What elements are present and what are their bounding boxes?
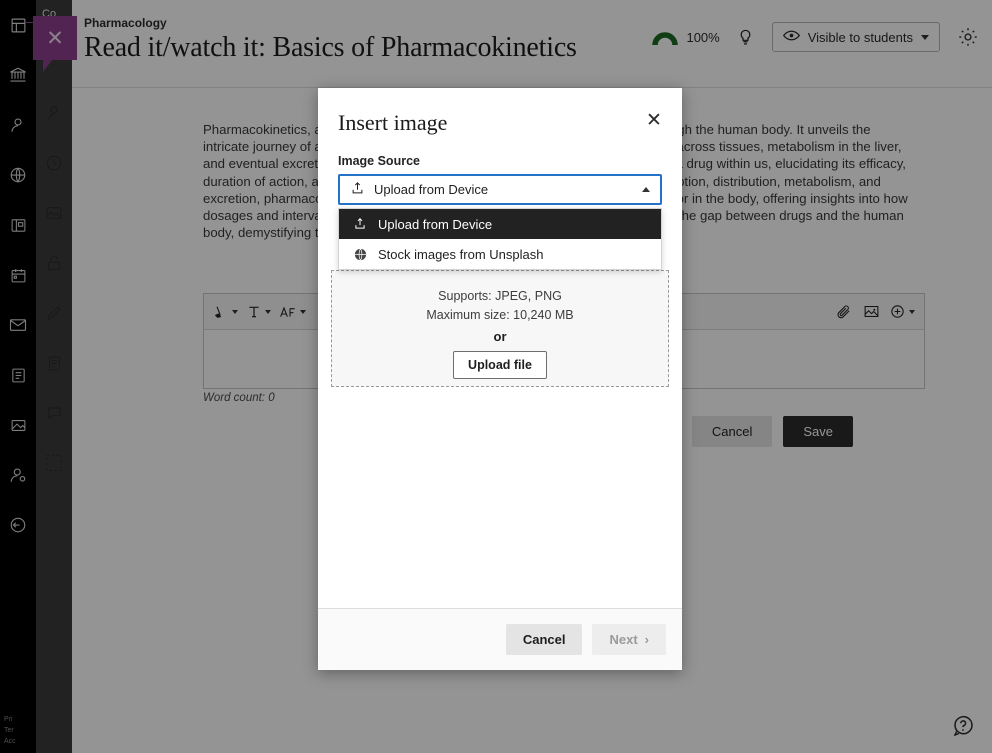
supported-formats-text: Supports: JPEG, PNG (438, 289, 562, 303)
dialog-footer: Cancel Next › (318, 608, 682, 670)
option-upload-from-device[interactable]: Upload from Device (339, 209, 661, 239)
close-icon[interactable]: ✕ (642, 108, 666, 132)
option-label: Stock images from Unsplash (378, 246, 544, 262)
image-source-select-wrapper: Upload from Device Upload from Device St… (338, 174, 662, 270)
globe-icon (352, 247, 368, 262)
screen-root: Pri Ter Acc Co D (0, 0, 992, 753)
image-source-select[interactable]: Upload from Device (338, 174, 662, 205)
insert-image-dialog: Insert image ✕ Image Source Upload from … (318, 88, 682, 670)
next-label: Next (609, 632, 638, 647)
image-source-options[interactable]: Upload from Device Stock images from Uns… (338, 208, 662, 270)
chevron-up-icon (642, 187, 650, 192)
max-size-text: Maximum size: 10,240 MB (426, 308, 574, 322)
upload-file-button[interactable]: Upload file (453, 351, 547, 379)
dialog-next-button[interactable]: Next › (592, 624, 666, 655)
dialog-title: Insert image (338, 110, 448, 135)
chevron-right-icon: › (644, 632, 649, 647)
file-dropzone[interactable]: Supports: JPEG, PNG Maximum size: 10,240… (331, 270, 669, 387)
image-source-label: Image Source (338, 154, 420, 168)
upload-icon (350, 181, 365, 199)
dialog-cancel-button[interactable]: Cancel (505, 624, 583, 655)
dialog-body: Insert image ✕ Image Source Upload from … (318, 88, 682, 608)
image-source-value: Upload from Device (374, 182, 489, 197)
or-divider-text: or (493, 329, 507, 344)
option-stock-images-unsplash[interactable]: Stock images from Unsplash (339, 239, 661, 269)
upload-icon (352, 217, 368, 231)
option-label: Upload from Device (378, 216, 493, 232)
